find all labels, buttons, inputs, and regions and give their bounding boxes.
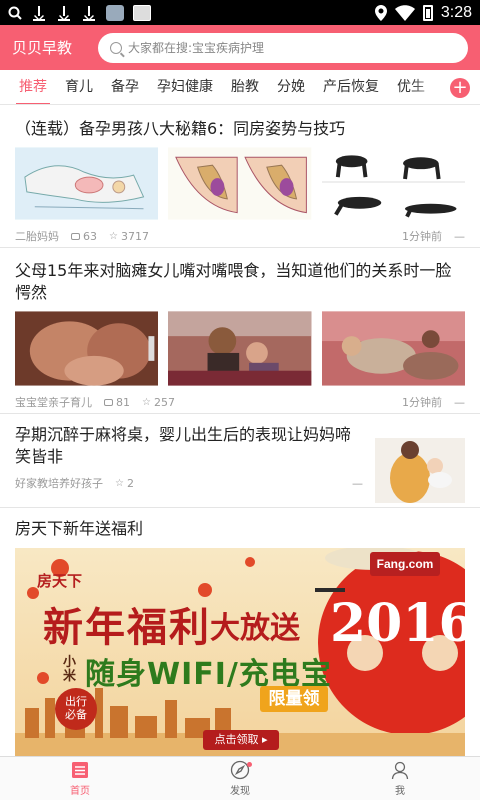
status-bar: 3:28 xyxy=(0,0,480,25)
ad-limited-tag: 限量领 xyxy=(260,686,328,712)
ad-logo: Fang.com xyxy=(370,552,440,576)
tab-childbirth[interactable]: 分娩 xyxy=(268,70,314,104)
status-right-icons: 3:28 xyxy=(374,3,472,22)
ad-cta-button[interactable]: 点击领取 ▸ xyxy=(203,730,279,750)
article-thumbnail xyxy=(321,311,465,386)
category-tabs: 推荐 育儿 备孕 孕妇健康 胎教 分娩 产后恢复 优生 + xyxy=(0,70,480,105)
star-icon: ☆ xyxy=(115,477,124,489)
add-tab-button[interactable]: + xyxy=(450,78,470,98)
nav-home[interactable]: 首页 xyxy=(0,757,160,800)
ad-headline: 新年福利 xyxy=(43,605,211,651)
article-title: 父母15年来对脑瘫女儿嘴对嘴喂食，当知道他们的关系时一脸愕然 xyxy=(15,261,452,302)
article-thumbnail xyxy=(15,311,159,386)
search-icon xyxy=(8,6,22,20)
star-icon: ☆ xyxy=(109,230,118,242)
article-item[interactable]: （连载）备孕男孩八大秘籍6：同房姿势与技巧 二胎妈妈 63 ☆ 3717 1分钟… xyxy=(0,106,480,248)
tab-postpartum[interactable]: 产后恢复 xyxy=(314,70,388,104)
status-time: 3:28 xyxy=(440,3,472,21)
ad-item[interactable]: 房天下新年送福利 房天下 Fang.com 新年福利 大放送 2016 小米 随… xyxy=(0,508,480,756)
nav-me[interactable]: 我 xyxy=(320,757,480,800)
article-title: 孕期沉醉于麻将桌，婴儿出生后的表现让妈妈啼笑皆非 xyxy=(15,425,352,466)
app-header: 贝贝早教 大家都在搜:宝宝疾病护理 xyxy=(0,25,480,70)
nav-discover-label: 发现 xyxy=(230,786,250,797)
search-bar[interactable]: 大家都在搜:宝宝疾病护理 xyxy=(98,32,468,63)
app-icon xyxy=(133,4,151,21)
wifi-icon xyxy=(394,4,415,21)
tab-parenting[interactable]: 育儿 xyxy=(56,70,102,104)
nav-me-label: 我 xyxy=(395,786,405,797)
comment-icon xyxy=(104,398,113,406)
article-thumbnails xyxy=(15,147,465,220)
battery-icon xyxy=(422,4,433,21)
article-source: 二胎妈妈 xyxy=(15,230,59,243)
like-count: ☆ 2 xyxy=(115,476,134,490)
article-text: 孕期沉醉于麻将桌，婴儿出生后的表现让妈妈啼笑皆非 好家教培养好孩子 ☆ 2 — xyxy=(15,424,375,507)
tab-pregnancy-prep[interactable]: 备孕 xyxy=(102,70,148,104)
article-item[interactable]: 孕期沉醉于麻将桌，婴儿出生后的表现让妈妈啼笑皆非 好家教培养好孩子 ☆ 2 — xyxy=(0,414,480,508)
article-feed: （连载）备孕男孩八大秘籍6：同房姿势与技巧 二胎妈妈 63 ☆ 3717 1分钟… xyxy=(0,106,480,756)
nav-discover[interactable]: 发现 xyxy=(160,757,320,800)
ad-product-prefix: 小米 xyxy=(63,655,77,684)
like-count: ☆ 3717 xyxy=(109,229,149,243)
comment-icon xyxy=(71,232,80,240)
article-meta: 好家教培养好孩子 ☆ 2 — xyxy=(15,470,363,496)
download-icon xyxy=(81,5,97,21)
home-icon xyxy=(72,762,88,778)
app-icon xyxy=(106,4,124,21)
bottom-nav: 首页 发现 我 xyxy=(0,756,480,800)
ad-brand: 房天下 xyxy=(37,572,83,590)
tab-maternal-health[interactable]: 孕妇健康 xyxy=(148,70,222,104)
article-item[interactable]: 父母15年来对脑瘫女儿嘴对嘴喂食，当知道他们的关系时一脸愕然 宝宝堂亲子育儿 8… xyxy=(0,248,480,414)
ad-banner[interactable]: 房天下 Fang.com 新年福利 大放送 2016 小米 随身WIFI/充电宝… xyxy=(15,548,465,756)
status-left-icons xyxy=(8,4,151,21)
article-thumbnail xyxy=(168,311,312,386)
app-brand: 贝贝早教 xyxy=(12,39,73,57)
dislike-button[interactable]: — xyxy=(454,230,465,243)
like-count: ☆ 257 xyxy=(142,395,175,409)
article-thumbnail xyxy=(168,147,312,220)
tab-recommend[interactable]: 推荐 xyxy=(10,70,56,104)
tab-prenatal-education[interactable]: 胎教 xyxy=(222,70,268,104)
article-thumbnail xyxy=(15,147,159,220)
dislike-button[interactable]: — xyxy=(454,396,465,409)
nav-home-label: 首页 xyxy=(70,786,90,797)
article-source: 好家教培养好孩子 xyxy=(15,477,103,490)
dislike-button[interactable]: — xyxy=(352,477,363,490)
article-thumbnail xyxy=(321,147,465,220)
article-thumbnail xyxy=(375,438,465,503)
ad-badge: 出行 必备 xyxy=(55,688,97,730)
user-icon xyxy=(391,761,409,780)
article-thumbnails xyxy=(15,311,465,386)
notification-dot xyxy=(247,762,252,767)
tab-fade xyxy=(410,70,450,104)
article-time: 1分钟前 xyxy=(402,230,442,243)
comment-count: 63 xyxy=(71,230,97,243)
search-placeholder: 大家都在搜:宝宝疾病护理 xyxy=(128,41,265,55)
article-source: 宝宝堂亲子育儿 xyxy=(15,396,92,409)
ad-title: 房天下新年送福利 xyxy=(15,519,144,538)
download-icon xyxy=(31,5,47,21)
comment-count: 81 xyxy=(104,396,130,409)
search-icon xyxy=(110,41,122,54)
article-title: （连载）备孕男孩八大秘籍6：同房姿势与技巧 xyxy=(15,119,346,138)
article-time: 1分钟前 xyxy=(402,396,442,409)
star-icon: ☆ xyxy=(142,396,151,408)
download-icon xyxy=(56,5,72,21)
ad-headline-2: 大放送 xyxy=(210,611,300,646)
location-icon xyxy=(374,4,387,21)
ad-year: 2016 xyxy=(330,593,465,654)
